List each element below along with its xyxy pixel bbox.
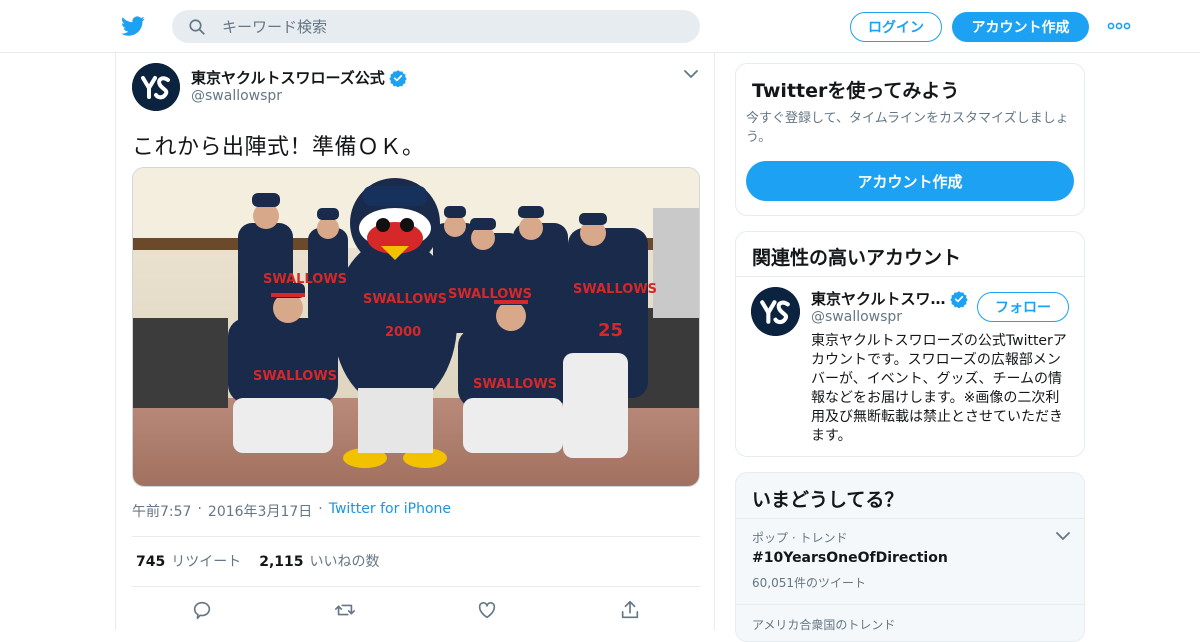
related-account-avatar[interactable] (751, 287, 800, 336)
tweet-time[interactable]: 午前7:57 (132, 501, 191, 521)
related-accounts-card: 関連性の高いアカウント 東京ヤクルトスワ… @swallowspr フォロー 東… (735, 231, 1085, 457)
signup-promo-title: Twitterを使ってみよう (752, 80, 960, 102)
likes-count: 2,115 (259, 554, 304, 570)
divider (132, 586, 700, 587)
divider (736, 604, 1084, 605)
share-icon[interactable] (619, 599, 641, 621)
tweet-stats: 745 リツイート 2,115 いいねの数 (136, 551, 380, 571)
jersey-text: SWALLOWS (263, 272, 347, 287)
jersey-text: SWALLOWS (363, 292, 447, 307)
signup-promo-description: 今すぐ登録して、タイムラインをカスタマイズしましょう。 (746, 111, 1069, 145)
top-navigation-bar: ログイン アカウント作成 (0, 0, 1200, 53)
chevron-down-icon[interactable] (1056, 531, 1070, 541)
tweet-source-link[interactable]: Twitter for iPhone (329, 501, 451, 521)
retweet-icon[interactable] (334, 599, 356, 621)
login-button[interactable]: ログイン (850, 12, 942, 42)
author-name[interactable]: 東京ヤクルトスワローズ公式 (191, 67, 407, 88)
tweet-permalink: 東京ヤクルトスワローズ公式 @swallowspr これから出陣式！準備ＯＫ。 (115, 53, 715, 630)
reply-icon[interactable] (191, 599, 213, 621)
retweets-count: 745 (136, 554, 166, 570)
team-photo-image: SWALLOWS SWALLOWS SWALLOWS SWALLOWS SWAL… (133, 168, 699, 486)
swallows-logo-icon (751, 287, 800, 336)
tweet-metadata: 午前7:57 · 2016年3月17日 · Twitter for iPhone (132, 501, 451, 521)
likes-stat[interactable]: 2,115 いいねの数 (259, 551, 379, 571)
signup-promo-button[interactable]: アカウント作成 (746, 161, 1074, 201)
follow-button[interactable]: フォロー (977, 292, 1069, 322)
likes-label: いいねの数 (309, 554, 380, 570)
jersey-text: SWALLOWS (448, 287, 532, 302)
jersey-text: SWALLOWS (473, 377, 557, 392)
related-account-bio: 東京ヤクルトスワローズの公式Twitterアカウントです。スワローズの広報部メン… (811, 333, 1067, 444)
search-input[interactable] (222, 17, 642, 36)
trend-name[interactable]: #10YearsOneOfDirection (752, 550, 1072, 566)
jersey-number: 25 (598, 320, 623, 341)
trends-card: いまどうしてる？ ポップ · トレンド #10YearsOneOfDirecti… (735, 472, 1085, 642)
more-options-icon[interactable] (1107, 18, 1131, 34)
retweets-label: リツイート (171, 554, 242, 570)
trend-context: アメリカ合衆国のトレンド (752, 618, 896, 632)
verified-badge-icon (389, 69, 407, 87)
jersey-text: SWALLOWS (253, 369, 337, 384)
meta-separator: · (197, 501, 202, 517)
signup-button[interactable]: アカウント作成 (952, 12, 1089, 42)
trend-count: 60,051件のツイート (752, 576, 866, 590)
verified-badge-icon (949, 290, 968, 308)
related-account-name[interactable]: 東京ヤクルトスワ… (811, 288, 968, 309)
trends-title: いまどうしてる？ (752, 489, 904, 511)
tweet-photo[interactable]: SWALLOWS SWALLOWS SWALLOWS SWALLOWS SWAL… (132, 167, 700, 487)
author-name-text[interactable]: 東京ヤクルトスワローズ公式 (191, 67, 385, 88)
tweet-text: これから出陣式！準備ＯＫ。 (132, 135, 425, 160)
chevron-down-icon[interactable] (684, 69, 698, 79)
trend-item[interactable]: アメリカ合衆国のトレンド (752, 616, 1072, 633)
trend-context: ポップ · トレンド (752, 531, 848, 545)
related-account-handle[interactable]: @swallowspr (811, 309, 902, 325)
search-box[interactable] (172, 10, 700, 43)
like-heart-icon[interactable] (476, 599, 498, 621)
related-accounts-title: 関連性の高いアカウント (752, 247, 962, 269)
tweet-date[interactable]: 2016年3月17日 (208, 501, 312, 521)
divider (736, 518, 1084, 519)
meta-separator: · (318, 501, 323, 517)
jersey-text: SWALLOWS (573, 282, 657, 297)
trend-item[interactable]: ポップ · トレンド #10YearsOneOfDirection 60,051… (752, 529, 1072, 591)
tweet-actions (191, 599, 641, 621)
author-handle[interactable]: @swallowspr (191, 88, 282, 104)
swallows-logo-icon (132, 63, 180, 111)
search-icon (189, 18, 205, 35)
jersey-number: 2000 (385, 325, 421, 340)
divider (132, 536, 700, 537)
twitter-bird-icon[interactable] (120, 14, 146, 38)
signup-promo-card: Twitterを使ってみよう 今すぐ登録して、タイムラインをカスタマイズしましょ… (735, 63, 1085, 216)
author-avatar[interactable] (132, 63, 180, 111)
retweets-stat[interactable]: 745 リツイート (136, 551, 241, 571)
related-account-name-text[interactable]: 東京ヤクルトスワ… (811, 288, 946, 309)
divider (736, 276, 1084, 277)
